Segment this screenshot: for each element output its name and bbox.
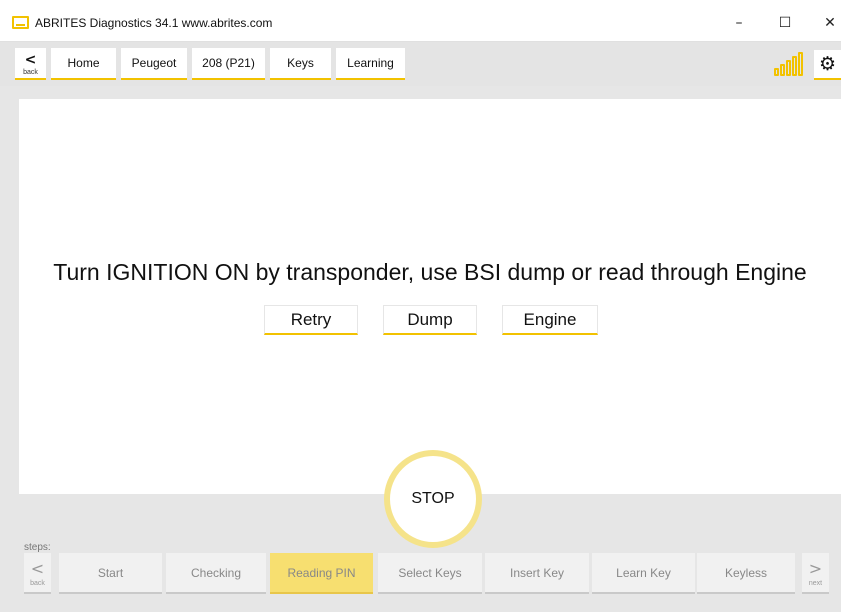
window-title: ABRITES Diagnostics 34.1 www.abrites.com [35, 16, 273, 30]
steps-back-button[interactable]: < back [24, 553, 51, 594]
dump-button[interactable]: Dump [383, 305, 477, 335]
step-start[interactable]: Start [59, 553, 162, 594]
breadcrumb-learning[interactable]: Learning [336, 48, 405, 80]
close-button[interactable]: ✕ [815, 11, 841, 35]
step-learn-key[interactable]: Learn Key [592, 553, 695, 594]
breadcrumb-model[interactable]: 208 (P21) [192, 48, 265, 80]
back-button[interactable]: < back [15, 48, 46, 80]
back-label: back [23, 69, 38, 76]
title-bar: ABRITES Diagnostics 34.1 www.abrites.com… [0, 0, 841, 42]
chevron-right-icon: > [808, 559, 823, 578]
step-insert-key[interactable]: Insert Key [485, 553, 589, 594]
navigation-bar: < back Home Peugeot 208 (P21) Keys Learn… [0, 42, 841, 86]
main-panel: Turn IGNITION ON by transponder, use BSI… [19, 99, 841, 494]
steps-next-button[interactable]: > next [802, 553, 829, 594]
steps-next-label: next [808, 580, 823, 587]
step-checking[interactable]: Checking [166, 553, 266, 594]
chevron-left-icon: < [30, 559, 45, 578]
instruction-message: Turn IGNITION ON by transponder, use BSI… [53, 259, 807, 285]
breadcrumb-home[interactable]: Home [51, 48, 116, 80]
chevron-left-icon: < [24, 52, 37, 68]
engine-button[interactable]: Engine [502, 305, 598, 335]
settings-gear-icon[interactable]: ⚙ [814, 50, 841, 80]
minimize-button[interactable]: – [724, 11, 754, 35]
steps-label: steps: [24, 542, 51, 553]
breadcrumb-peugeot[interactable]: Peugeot [121, 48, 187, 80]
breadcrumb-keys[interactable]: Keys [270, 48, 331, 80]
app-logo-icon [12, 16, 29, 29]
retry-button[interactable]: Retry [264, 305, 358, 335]
signal-strength-icon [774, 52, 804, 76]
step-select-keys[interactable]: Select Keys [378, 553, 482, 594]
steps-back-label: back [30, 580, 45, 587]
step-reading-pin[interactable]: Reading PIN [270, 553, 373, 594]
maximize-button[interactable]: ☐ [770, 11, 800, 35]
stop-button[interactable]: STOP [384, 450, 482, 548]
step-keyless[interactable]: Keyless [697, 553, 795, 594]
